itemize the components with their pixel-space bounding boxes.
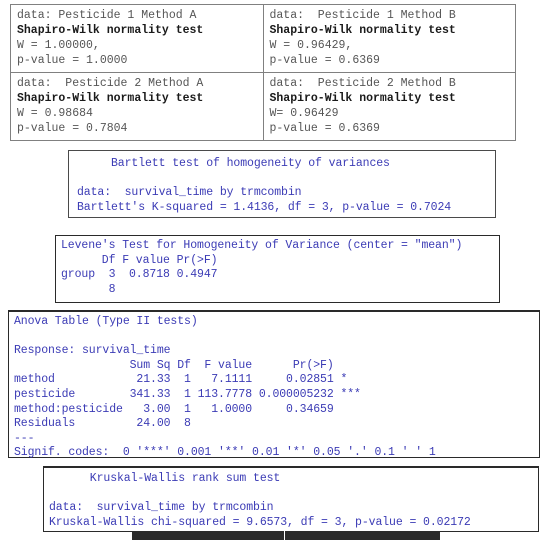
- data-label: data: Pesticide 2 Method A: [17, 77, 204, 90]
- data-label: data: Pesticide 2 Method B: [269, 77, 456, 90]
- kruskal-title: Kruskal-Wallis rank sum test: [49, 472, 281, 485]
- table-cell-pesticide2-methodB: data: Pesticide 2 Method B Shapiro-Wilk …: [262, 72, 516, 141]
- levene-residual-row: 8: [61, 282, 116, 296]
- bartlett-result-line: Bartlett's K-squared = 1.4136, df = 3, p…: [77, 200, 452, 214]
- p-value: p-value = 0.7804: [17, 122, 128, 135]
- levene-test-output: Levene's Test for Homogeneity of Varianc…: [55, 235, 500, 303]
- w-statistic: W = 0.96429,: [269, 39, 353, 52]
- kruskal-data-line: data: survival_time by trmcombin: [49, 501, 274, 515]
- bartlett-data-line: data: survival_time by trmcombin: [77, 186, 302, 200]
- test-title: Shapiro-Wilk normality test: [17, 92, 204, 105]
- w-statistic: W = 1.00000,: [17, 39, 100, 52]
- w-statistic: W = 0.98684: [17, 107, 93, 120]
- anova-signif-codes: Signif. codes: 0 '***' 0.001 '**' 0.01 '…: [14, 446, 436, 460]
- anova-title: Anova Table (Type II tests): [14, 315, 198, 328]
- bartlett-title: Bartlett test of homogeneity of variance…: [77, 157, 390, 170]
- anova-row-method: method 21.33 1 7.1111 0.02851 *: [14, 373, 348, 387]
- table-cell-pesticide1-methodB: data: Pesticide 1 Method B Shapiro-Wilk …: [262, 4, 516, 73]
- anova-response-line: Response: survival_time: [14, 344, 171, 358]
- data-label: data: Pesticide 1 Method B: [269, 9, 456, 22]
- p-value: p-value = 1.0000: [17, 54, 128, 67]
- anova-row-method-pesticide: method:pesticide 3.00 1 1.0000 0.34659: [14, 402, 334, 416]
- kruskal-result-line: Kruskal-Wallis chi-squared = 9.6573, df …: [49, 515, 471, 529]
- levene-header-row: Df F value Pr(>F): [61, 253, 218, 267]
- anova-separator: ---: [14, 431, 35, 445]
- anova-row-residuals: Residuals 24.00 8: [14, 417, 191, 431]
- test-title: Shapiro-Wilk normality test: [269, 24, 456, 37]
- test-title: Shapiro-Wilk normality test: [269, 92, 456, 105]
- statistical-output-page: data: Pesticide 1 Method A Shapiro-Wilk …: [0, 0, 548, 540]
- table-row: data: Pesticide 2 Method A Shapiro-Wilk …: [10, 72, 516, 141]
- bartlett-test-output: Bartlett test of homogeneity of variance…: [68, 150, 496, 218]
- shapiro-wilk-table: data: Pesticide 1 Method A Shapiro-Wilk …: [10, 4, 516, 141]
- table-cell-pesticide1-methodA: data: Pesticide 1 Method A Shapiro-Wilk …: [10, 4, 264, 73]
- column-divider: [284, 531, 285, 540]
- p-value: p-value = 0.6369: [269, 122, 380, 135]
- bottom-truncated-table-header: [132, 531, 440, 540]
- table-row: data: Pesticide 1 Method A Shapiro-Wilk …: [10, 4, 516, 73]
- p-value: p-value = 0.6369: [269, 54, 380, 67]
- kruskal-wallis-output: Kruskal-Wallis rank sum test data: survi…: [43, 466, 539, 532]
- anova-header-row: Sum Sq Df F value Pr(>F): [14, 358, 334, 372]
- table-cell-pesticide2-methodA: data: Pesticide 2 Method A Shapiro-Wilk …: [10, 72, 264, 141]
- anova-table-output: Anova Table (Type II tests) Response: su…: [8, 310, 540, 460]
- anova-row-pesticide: pesticide 341.33 1 113.7778 0.000005232 …: [14, 387, 361, 401]
- test-title: Shapiro-Wilk normality test: [17, 24, 204, 37]
- levene-group-row: group 3 0.8718 0.4947: [61, 268, 218, 282]
- data-label: data: Pesticide 1 Method A: [17, 9, 197, 22]
- levene-title: Levene's Test for Homogeneity of Varianc…: [61, 239, 463, 252]
- w-statistic: W= 0.96429: [269, 107, 339, 120]
